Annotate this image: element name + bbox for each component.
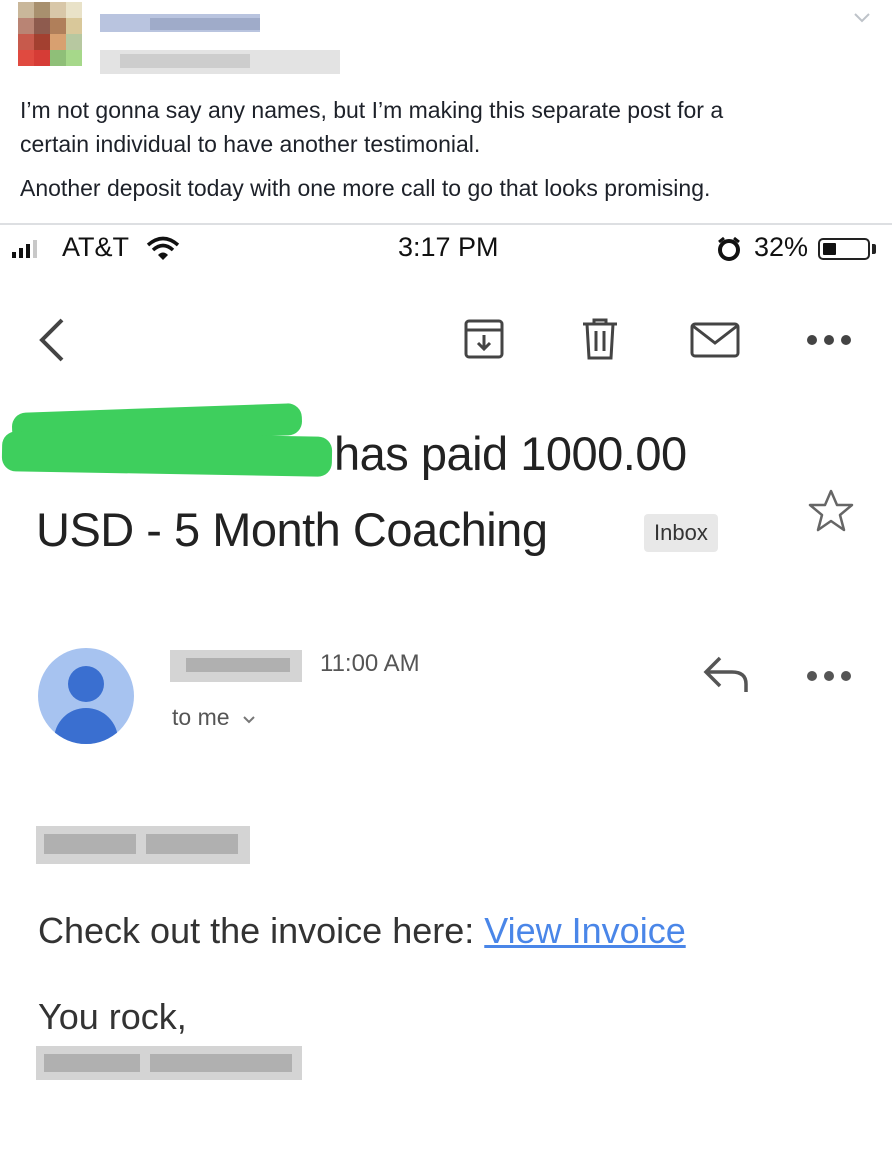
more-dots-icon[interactable] [806, 334, 852, 346]
poster-name-blurred-detail [150, 18, 260, 30]
alarm-icon [718, 236, 740, 261]
reply-icon[interactable] [702, 654, 750, 694]
battery-nub [872, 244, 876, 254]
sender-avatar[interactable] [38, 648, 134, 744]
chevron-down-icon [243, 716, 255, 724]
signal-bars-icon [12, 238, 37, 258]
inbox-label-badge[interactable]: Inbox [644, 514, 718, 552]
star-icon[interactable] [808, 488, 854, 532]
invoice-sentence: Check out the invoice here: View Invoice [38, 910, 686, 952]
back-chevron-icon[interactable] [34, 316, 70, 364]
signature-blurred-detail [44, 1054, 140, 1072]
post-text-paragraph-2: Another deposit today with one more call… [20, 175, 711, 201]
avatar-body [54, 708, 118, 744]
post-text-line-1: I’m not gonna say any names, but I’m mak… [20, 97, 724, 123]
carrier-label: AT&T [62, 232, 129, 262]
battery-level-fill [823, 243, 836, 255]
sign-off: You rock, [38, 996, 187, 1037]
redaction-mark [1, 431, 333, 477]
invoice-sentence-text: Check out the invoice here: [38, 910, 485, 951]
post-text-line-2: certain individual to have another testi… [20, 131, 481, 157]
received-time: 11:00 AM [320, 650, 420, 677]
divider [0, 223, 892, 225]
more-dots-icon[interactable] [806, 670, 852, 682]
chevron-down-icon[interactable] [852, 8, 872, 28]
email-subject-line-2: USD - 5 Month Coaching [36, 503, 548, 556]
email-subject-line-1: has paid 1000.00 [334, 427, 687, 480]
battery-percent: 32% [754, 232, 809, 262]
avatar-head [68, 666, 104, 702]
battery-icon [818, 238, 870, 260]
sender-name-blurred-detail [186, 658, 290, 672]
status-time: 3:17 PM [398, 232, 499, 262]
poster-avatar-blurred[interactable] [18, 2, 98, 80]
recipient-label: to me [172, 704, 230, 730]
trash-icon[interactable] [580, 318, 620, 360]
greeting-blurred-detail [146, 834, 238, 854]
recipient-details-toggle[interactable]: to me [172, 704, 256, 731]
mail-icon[interactable] [690, 322, 740, 358]
signature-blurred-detail [150, 1054, 292, 1072]
wifi-icon [146, 236, 180, 260]
greeting-blurred-detail [44, 834, 136, 854]
view-invoice-link[interactable]: View Invoice [484, 910, 685, 951]
post-meta-blurred-detail [120, 54, 250, 68]
archive-icon[interactable] [463, 318, 505, 360]
